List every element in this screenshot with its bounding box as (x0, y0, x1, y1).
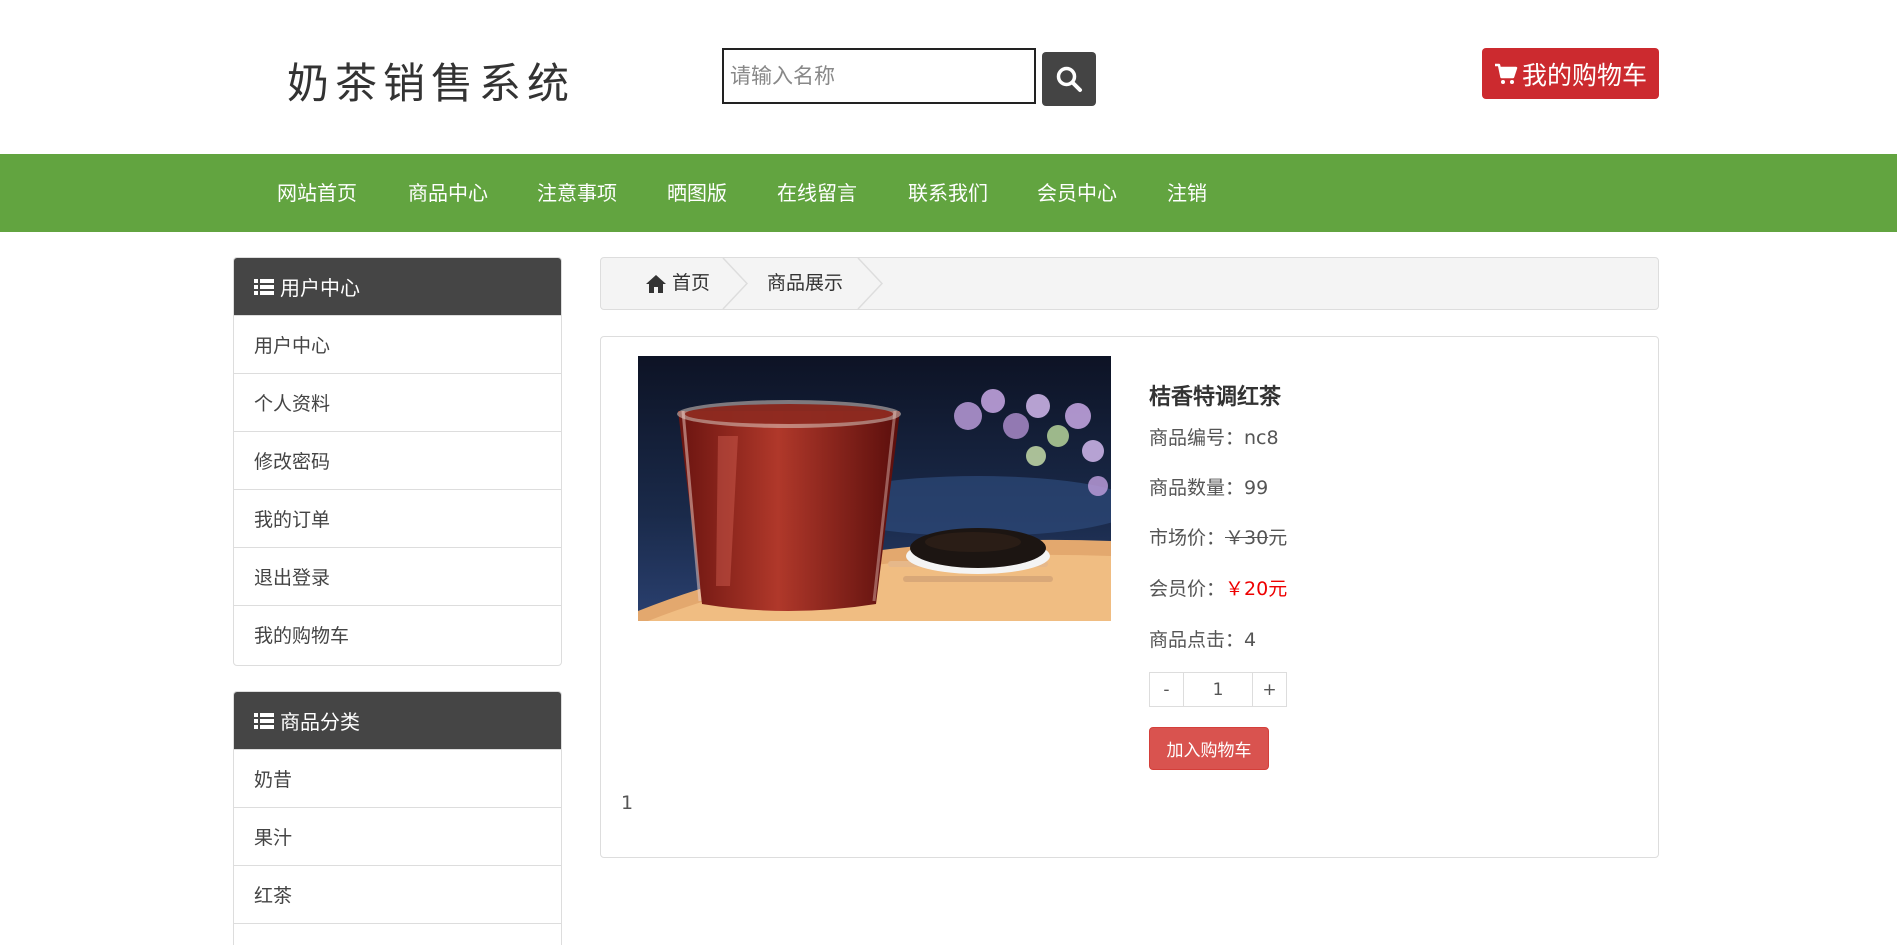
shopping-cart-icon (1494, 63, 1518, 84)
quantity-decrease-button[interactable]: - (1150, 673, 1183, 706)
category-item-juice[interactable]: 果汁 (234, 807, 561, 865)
product-clicks: 4 (1244, 629, 1257, 651)
nav-item-contact[interactable]: 联系我们 (908, 154, 988, 232)
breadcrumb-current-label: 商品展示 (767, 272, 844, 294)
quantity-input[interactable] (1183, 673, 1253, 706)
breadcrumb-separator (857, 258, 883, 309)
sidebar-item-profile[interactable]: 个人资料 (234, 373, 561, 431)
site-title: 奶茶销售系统 (287, 59, 576, 108)
sidebar-item-change-password[interactable]: 修改密码 (234, 431, 561, 489)
nav-item-logout[interactable]: 注销 (1167, 154, 1207, 232)
product-stock: 99 (1244, 477, 1269, 499)
add-to-cart-button[interactable]: 加入购物车 (1149, 727, 1269, 770)
breadcrumb-current: 商品展示 (767, 258, 843, 309)
nav-item-messages[interactable]: 在线留言 (777, 154, 857, 232)
market-price-unit: 元 (1268, 527, 1288, 549)
category-header: 商品分类 (234, 692, 561, 749)
user-center-header: 用户中心 (234, 258, 561, 315)
breadcrumb-home[interactable]: 首页 (645, 258, 710, 309)
nav-item-notices[interactable]: 注意事项 (537, 154, 617, 232)
page-number[interactable]: 1 (621, 792, 633, 814)
member-price-row: 会员价：￥20元 (1149, 574, 1287, 601)
sidebar-item-logout[interactable]: 退出登录 (234, 547, 561, 605)
main-nav: 网站首页 商品中心 注意事项 晒图版 在线留言 联系我们 会员中心 注销 (0, 154, 1897, 232)
search-input[interactable] (722, 48, 1036, 104)
category-item-partial[interactable] (234, 923, 561, 945)
site-header: 奶茶销售系统 我的购物车 (0, 0, 1897, 154)
product-stock-label: 商品数量： (1149, 477, 1245, 499)
nav-item-home[interactable]: 网站首页 (277, 154, 357, 232)
nav-item-member-center[interactable]: 会员中心 (1037, 154, 1117, 232)
market-price: ￥30 (1225, 527, 1269, 549)
product-clicks-row: 商品点击：4 (1149, 625, 1256, 652)
list-icon (254, 712, 274, 729)
home-icon (646, 274, 666, 293)
member-price: ￥20元 (1225, 578, 1288, 600)
market-price-label: 市场价： (1149, 527, 1226, 549)
category-panel: 商品分类 奶昔 果汁 红茶 (233, 691, 562, 945)
black-tea-drink-image (638, 356, 1111, 621)
product-code: nc8 (1244, 427, 1279, 449)
category-item-milkshake[interactable]: 奶昔 (234, 749, 561, 807)
quantity-stepper: - + (1149, 672, 1287, 707)
product-code-label: 商品编号： (1149, 427, 1245, 449)
user-center-title: 用户中心 (280, 276, 360, 300)
nav-item-products[interactable]: 商品中心 (408, 154, 488, 232)
list-icon (254, 278, 274, 295)
product-clicks-label: 商品点击： (1149, 629, 1245, 651)
category-title: 商品分类 (280, 710, 360, 734)
breadcrumb: 首页 商品展示 (600, 257, 1659, 310)
product-image (638, 356, 1111, 621)
product-stock-row: 商品数量：99 (1149, 473, 1268, 500)
member-price-label: 会员价： (1149, 578, 1226, 600)
my-cart-button[interactable]: 我的购物车 (1482, 48, 1659, 99)
search-icon (1056, 66, 1082, 92)
sidebar-item-my-cart[interactable]: 我的购物车 (234, 605, 561, 663)
market-price-row: 市场价：￥30元 (1149, 523, 1287, 550)
nav-item-photo-board[interactable]: 晒图版 (667, 154, 727, 232)
category-item-black-tea[interactable]: 红茶 (234, 865, 561, 923)
breadcrumb-home-label: 首页 (672, 272, 711, 294)
user-center-panel: 用户中心 用户中心 个人资料 修改密码 我的订单 退出登录 我的购物车 (233, 257, 562, 666)
product-detail-panel: 桔香特调红茶 商品编号：nc8 商品数量：99 市场价：￥30元 会员价：￥20… (600, 336, 1659, 858)
sidebar-item-user-center[interactable]: 用户中心 (234, 315, 561, 373)
product-name: 桔香特调红茶 (1149, 385, 1282, 410)
sidebar-item-my-orders[interactable]: 我的订单 (234, 489, 561, 547)
my-cart-label: 我的购物车 (1521, 60, 1647, 90)
product-code-row: 商品编号：nc8 (1149, 423, 1279, 450)
quantity-increase-button[interactable]: + (1253, 673, 1286, 706)
search-button[interactable] (1042, 52, 1096, 106)
breadcrumb-separator (722, 258, 748, 309)
